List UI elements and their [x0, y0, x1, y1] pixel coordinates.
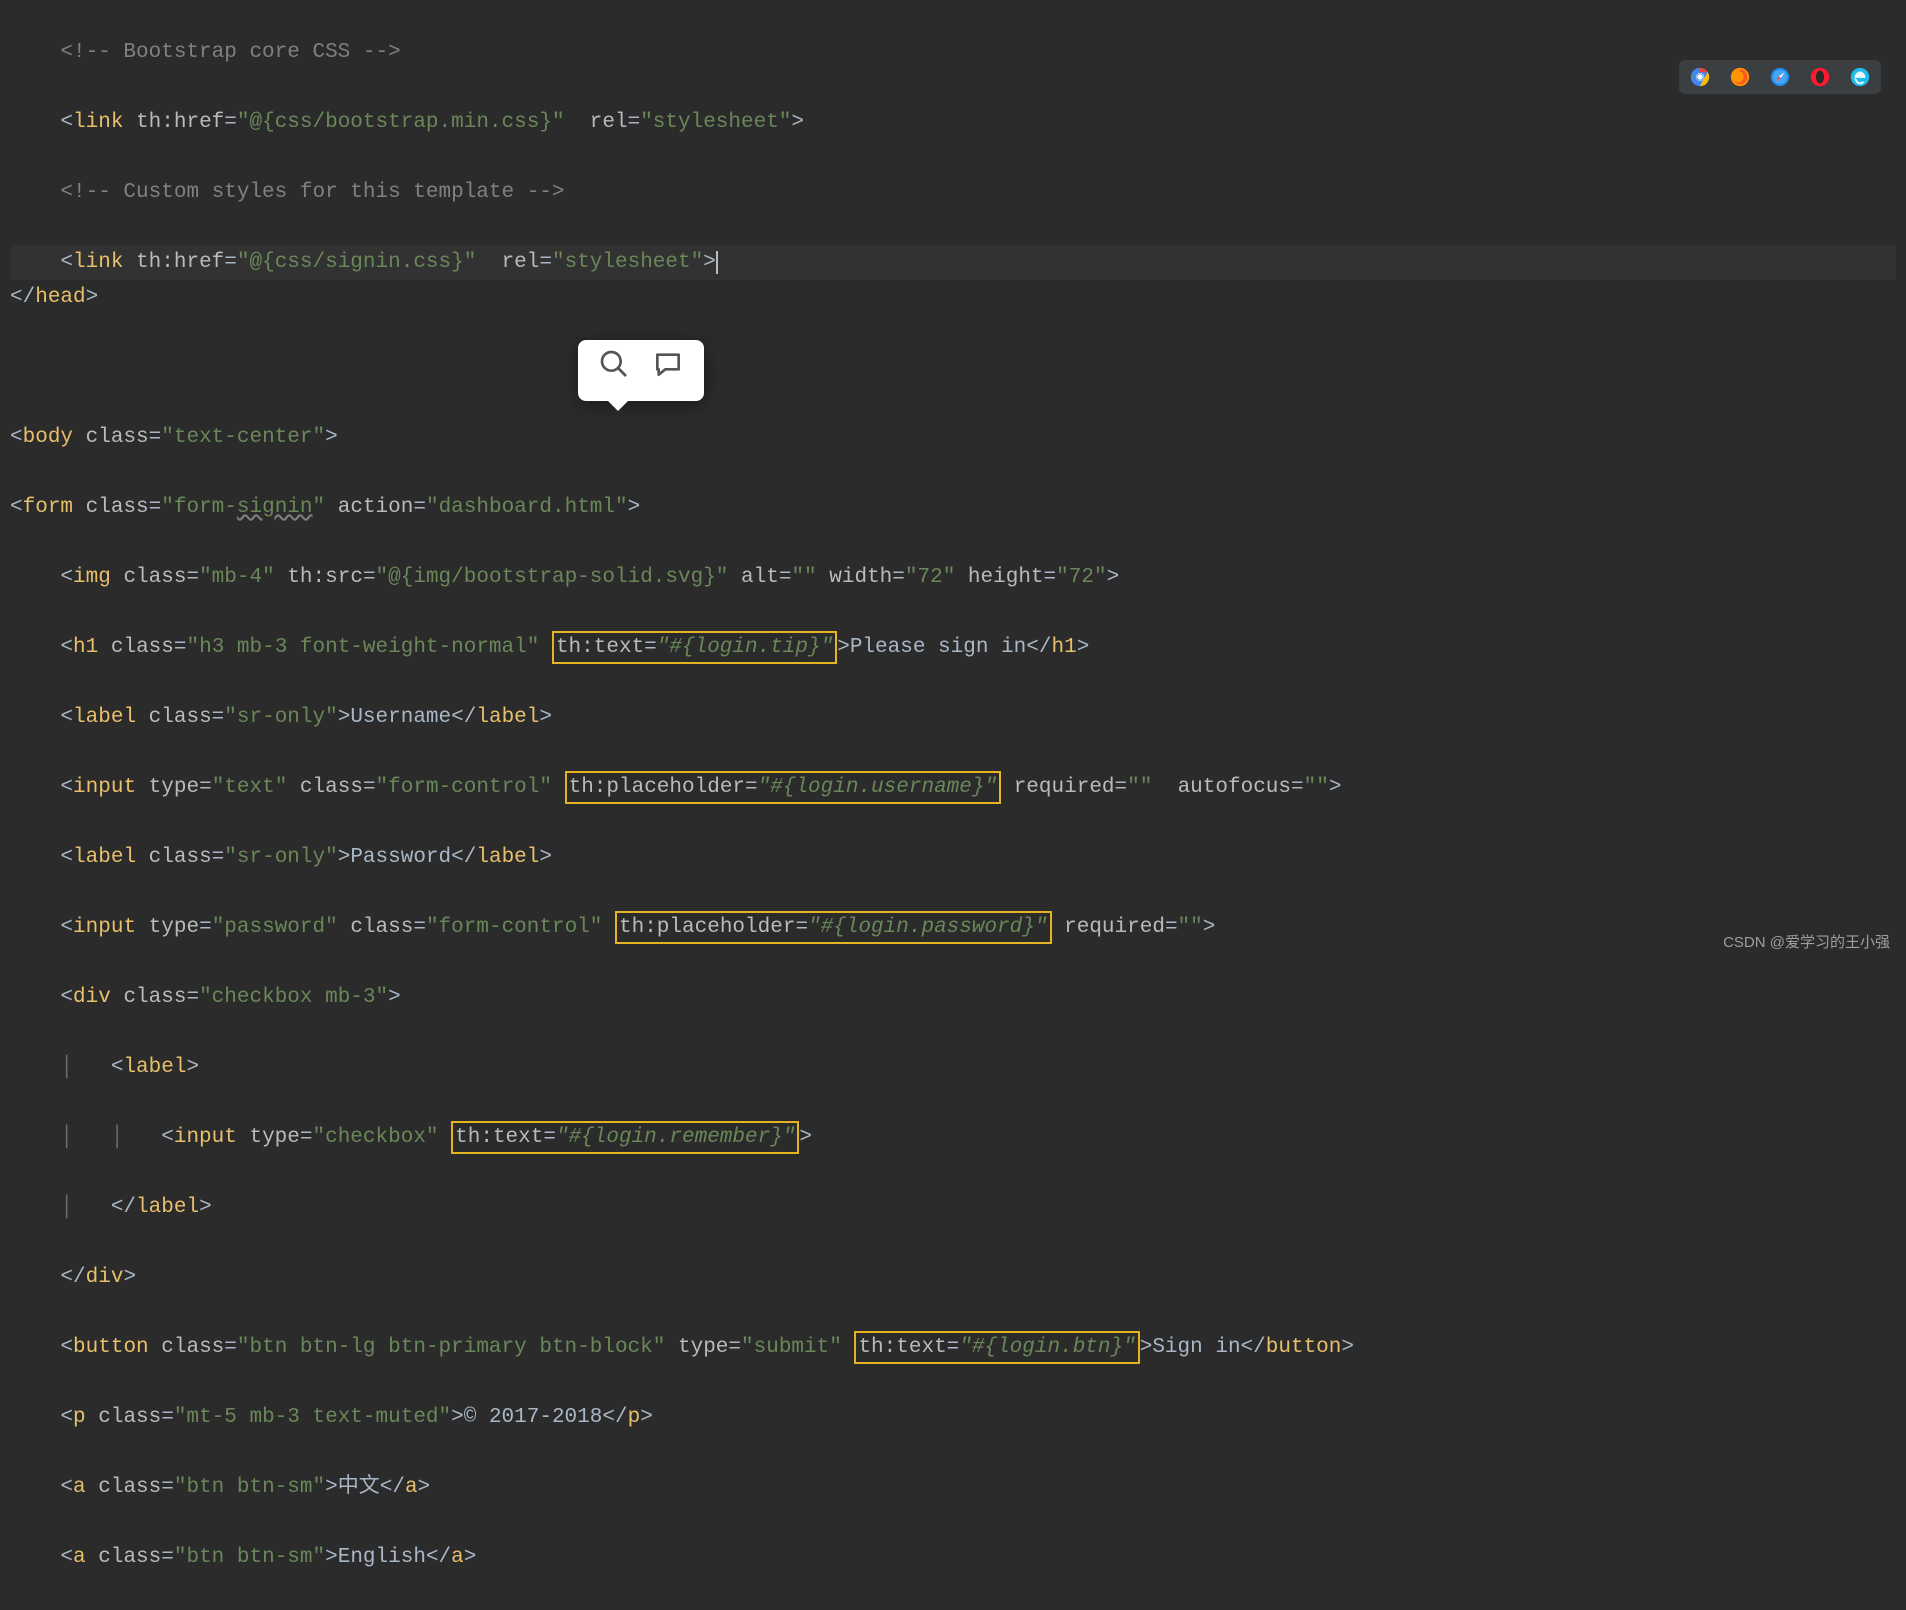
chat-icon[interactable] [652, 348, 684, 393]
highlight-box: th:placeholder="#{login.username}" [565, 771, 1002, 804]
code-line: <img class="mb-4" th:src="@{img/bootstra… [10, 560, 1896, 595]
watermark-text: CSDN @爱学习的王小强 [1723, 925, 1890, 960]
code-line: <body class="text-center"> [10, 420, 1896, 455]
code-line: <p class="mt-5 mb-3 text-muted">© 2017-2… [10, 1400, 1896, 1435]
highlight-box: th:text="#{login.tip}" [552, 631, 837, 664]
code-line: │ <label> [10, 1050, 1896, 1085]
code-line: │ </label> [10, 1190, 1896, 1225]
code-editor[interactable]: <!-- Bootstrap core CSS --> <link th:hre… [0, 0, 1906, 1610]
code-line: <label class="sr-only">Password</label> [10, 840, 1896, 875]
code-line: </div> [10, 1260, 1896, 1295]
code-line: <input type="password" class="form-contr… [10, 910, 1896, 945]
code-line: </head> [10, 280, 1896, 315]
code-line: <form class="form-signin" action="dashbo… [10, 490, 1896, 525]
highlight-box: th:text="#{login.remember}" [451, 1121, 799, 1154]
code-line: <input type="text" class="form-control" … [10, 770, 1896, 805]
ie-icon[interactable] [1849, 66, 1871, 88]
opera-icon[interactable] [1809, 66, 1831, 88]
highlight-box: th:placeholder="#{login.password}" [615, 911, 1052, 944]
current-line: <link th:href="@{css/signin.css}" rel="s… [10, 245, 1896, 280]
highlight-box: th:text="#{login.btn}" [854, 1331, 1139, 1364]
code-line [10, 350, 1896, 385]
comment-text: <!-- Bootstrap core CSS --> [60, 41, 400, 64]
code-line: <h1 class="h3 mb-3 font-weight-normal" t… [10, 630, 1896, 665]
code-line: <!-- Custom styles for this template --> [10, 175, 1896, 210]
code-line: <label class="sr-only">Username</label> [10, 700, 1896, 735]
search-icon[interactable] [598, 348, 630, 393]
chrome-icon[interactable] [1689, 66, 1711, 88]
browser-icons-toolbar [1679, 60, 1881, 94]
code-line: <div class="checkbox mb-3"> [10, 980, 1896, 1015]
code-line: <button class="btn btn-lg btn-primary bt… [10, 1330, 1896, 1365]
code-line: <!-- Bootstrap core CSS --> [10, 35, 1896, 70]
translate-popup[interactable] [578, 340, 704, 401]
code-line: │ │ <input type="checkbox" th:text="#{lo… [10, 1120, 1896, 1155]
code-line: <a class="btn btn-sm">中文</a> [10, 1470, 1896, 1505]
firefox-icon[interactable] [1729, 66, 1751, 88]
code-line: <link th:href="@{css/bootstrap.min.css}"… [10, 105, 1896, 140]
safari-icon[interactable] [1769, 66, 1791, 88]
code-line: <a class="btn btn-sm">English</a> [10, 1540, 1896, 1575]
